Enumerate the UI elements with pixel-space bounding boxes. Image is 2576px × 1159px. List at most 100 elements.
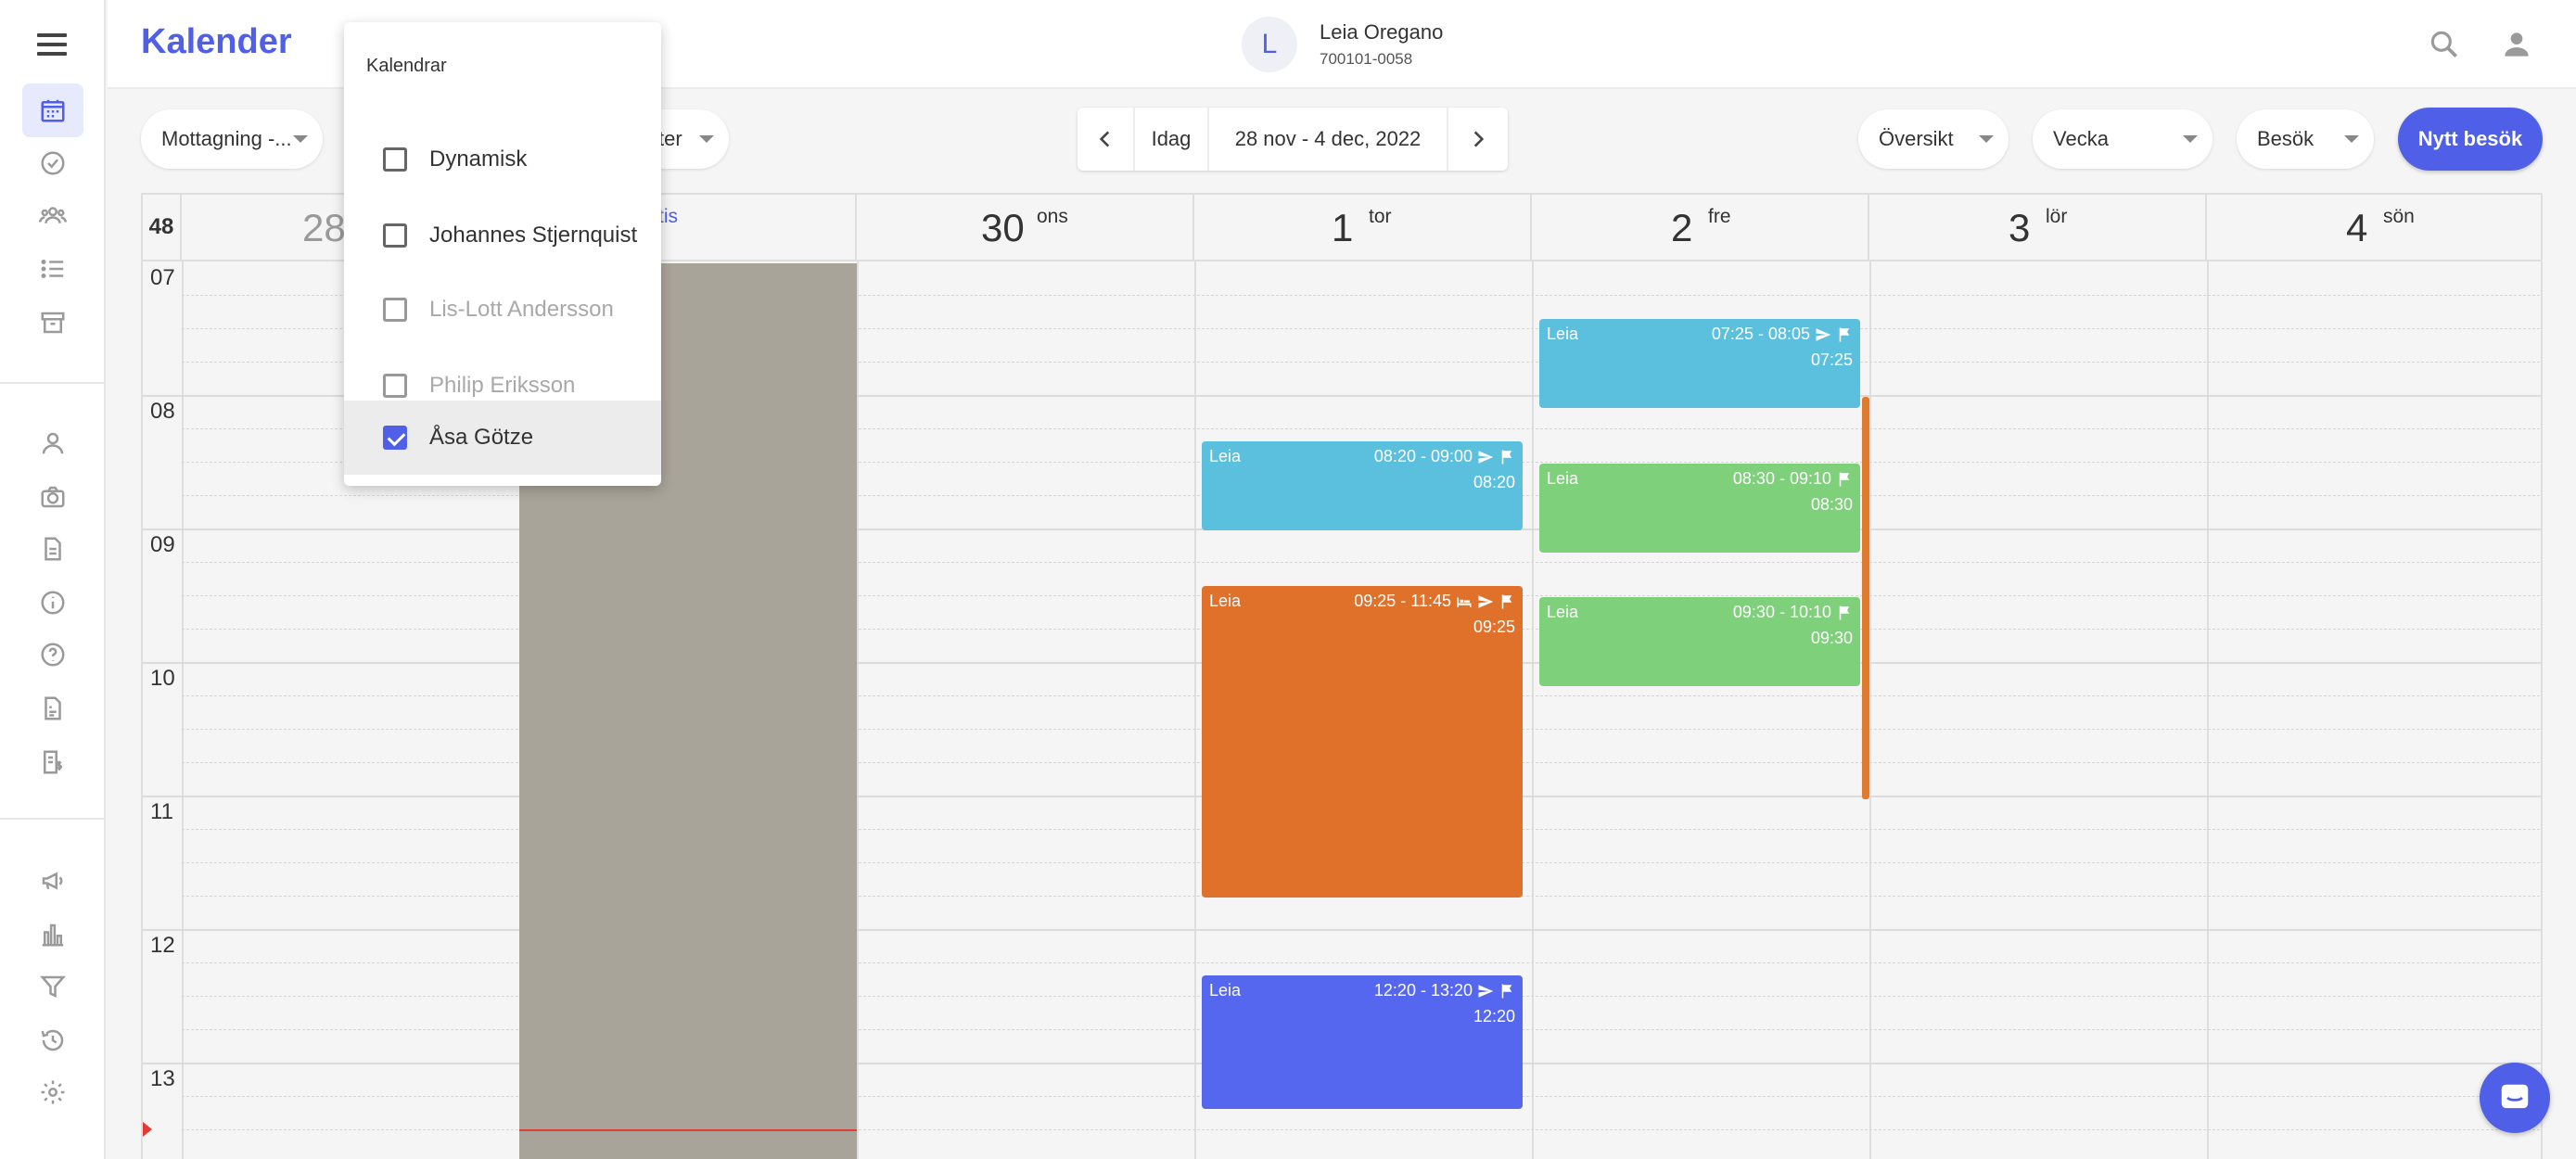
- event-time: 07:25 - 08:05: [1711, 325, 1810, 343]
- settings-icon[interactable]: [32, 1072, 73, 1113]
- hour-label: 12: [150, 933, 175, 958]
- flag-icon: [1839, 327, 1850, 341]
- calendar-option-label: Lis-Lott Andersson: [429, 297, 614, 322]
- date-navigation: Idag 28 nov - 4 dec, 2022: [1078, 108, 1508, 171]
- group-icon[interactable]: [32, 195, 73, 236]
- event-patient: Leia: [1547, 603, 1579, 621]
- list-icon[interactable]: [32, 248, 73, 289]
- date-range[interactable]: 28 nov - 4 dec, 2022: [1209, 108, 1448, 171]
- camera-icon[interactable]: [32, 477, 73, 517]
- view-select-value: Översikt: [1879, 127, 1954, 150]
- day-header-thu[interactable]: 1 tor: [1194, 195, 1532, 261]
- history-icon[interactable]: [32, 1020, 73, 1061]
- location-select[interactable]: Mottagning -...: [141, 109, 323, 169]
- filter-icon[interactable]: [32, 966, 73, 1007]
- today-button[interactable]: Idag: [1135, 108, 1209, 171]
- calendar-option-asa[interactable]: Åsa Götze: [344, 401, 661, 475]
- event-card[interactable]: Leia 07:25 - 08:05 07:25: [1539, 319, 1860, 408]
- period-select[interactable]: Vecka: [2033, 109, 2213, 169]
- megaphone-icon[interactable]: [32, 860, 73, 901]
- account-icon[interactable]: [2496, 24, 2537, 65]
- event-start: 09:30: [1810, 629, 1853, 647]
- send-icon: [1478, 450, 1494, 464]
- bed-icon: [1457, 597, 1472, 607]
- calendar-icon[interactable]: [22, 83, 83, 137]
- event-card[interactable]: Leia 08:20 - 09:00 08:20: [1202, 441, 1523, 530]
- day-header-sun[interactable]: 4 sön: [2207, 195, 2541, 261]
- checkbox: [383, 298, 407, 322]
- chat-button[interactable]: [2480, 1063, 2550, 1133]
- event-card[interactable]: Leia 08:30 - 09:10 08:30: [1539, 464, 1860, 553]
- current-time-line: [519, 1129, 857, 1131]
- event-patient: Leia: [1547, 325, 1579, 343]
- day-name: lör: [2046, 206, 2068, 227]
- flag-icon: [1839, 472, 1850, 486]
- chevron-down-icon: [699, 135, 714, 143]
- calendar-option-johannes[interactable]: Johannes Stjernquist: [344, 198, 661, 273]
- invoice-icon[interactable]: [32, 742, 73, 783]
- day-header-wed[interactable]: 30 ons: [857, 195, 1194, 261]
- event-patient: Leia: [1209, 447, 1242, 465]
- flag-icon: [1501, 450, 1512, 464]
- hour-label: 08: [150, 399, 175, 424]
- day-header-sat[interactable]: 3 lör: [1869, 195, 2207, 261]
- menu-icon[interactable]: [37, 33, 67, 56]
- person-icon[interactable]: [32, 423, 73, 464]
- day-name: fre: [1708, 206, 1731, 227]
- event-time: 12:20 - 13:20: [1373, 981, 1473, 1000]
- day-number: 4: [2346, 206, 2368, 249]
- checkbox-checked[interactable]: [383, 426, 407, 450]
- search-icon[interactable]: [2424, 24, 2465, 65]
- patient-name[interactable]: Leia Oregano: [1320, 20, 1443, 45]
- patient-id: 700101-0058: [1320, 50, 1413, 68]
- send-icon: [1478, 984, 1494, 998]
- checkbox[interactable]: [383, 223, 407, 248]
- chevron-right-icon: [1473, 131, 1485, 147]
- week-number: 48: [143, 195, 182, 261]
- flag-icon: [1501, 594, 1512, 608]
- report-icon[interactable]: [32, 688, 73, 729]
- prev-week-button[interactable]: [1078, 108, 1135, 171]
- event-time: 09:30 - 10:10: [1732, 603, 1831, 621]
- bar-chart-icon[interactable]: [32, 914, 73, 955]
- day-name: sön: [2383, 206, 2415, 227]
- day-name: tor: [1369, 206, 1392, 227]
- checkbox[interactable]: [383, 147, 407, 172]
- period-select-value: Vecka: [2053, 127, 2109, 150]
- day-header-fri[interactable]: 2 fre: [1532, 195, 1869, 261]
- archive-icon[interactable]: [32, 302, 73, 343]
- event-start: 07:25: [1810, 350, 1853, 369]
- current-time-marker: [143, 1122, 152, 1137]
- calendars-dropdown: Kalendrar Dynamisk Johannes Stjernquist …: [344, 22, 661, 486]
- day-name: ons: [1037, 206, 1068, 227]
- hour-label: 13: [150, 1066, 175, 1091]
- new-visit-button[interactable]: Nytt besök: [2398, 108, 2543, 171]
- help-icon[interactable]: [32, 634, 73, 675]
- event-start: 08:20: [1473, 473, 1515, 491]
- patient-avatar[interactable]: L: [1242, 17, 1297, 72]
- event-card[interactable]: Leia 09:30 - 10:10 09:30: [1539, 597, 1860, 686]
- chevron-down-icon: [2183, 135, 2198, 143]
- day-number: 30: [981, 206, 1025, 249]
- availability-bar[interactable]: [1862, 397, 1869, 799]
- resource-select-value: ter: [658, 127, 682, 150]
- calendar-option-dynamisk[interactable]: Dynamisk: [344, 122, 661, 197]
- calendar-option-label: Johannes Stjernquist: [429, 223, 638, 248]
- page-title: Kalender: [141, 22, 292, 61]
- document-icon[interactable]: [32, 529, 73, 569]
- next-week-button[interactable]: [1448, 108, 1508, 171]
- hour-label: 09: [150, 532, 175, 557]
- type-select[interactable]: Besök: [2237, 109, 2374, 169]
- day-number: 1: [1332, 206, 1354, 249]
- chevron-down-icon: [2344, 135, 2359, 143]
- event-start: 08:30: [1810, 495, 1853, 514]
- hour-label: 07: [150, 265, 175, 290]
- event-card[interactable]: Leia 09:25 - 11:45 09:25: [1202, 586, 1523, 898]
- event-card[interactable]: Leia 12:20 - 13:20 12:20: [1202, 975, 1523, 1109]
- sidebar: [0, 0, 106, 1159]
- hour-label: 10: [150, 666, 175, 691]
- type-select-value: Besök: [2257, 127, 2315, 150]
- view-select[interactable]: Översikt: [1858, 109, 2009, 169]
- info-icon[interactable]: [32, 582, 73, 623]
- check-circle-icon[interactable]: [32, 143, 73, 184]
